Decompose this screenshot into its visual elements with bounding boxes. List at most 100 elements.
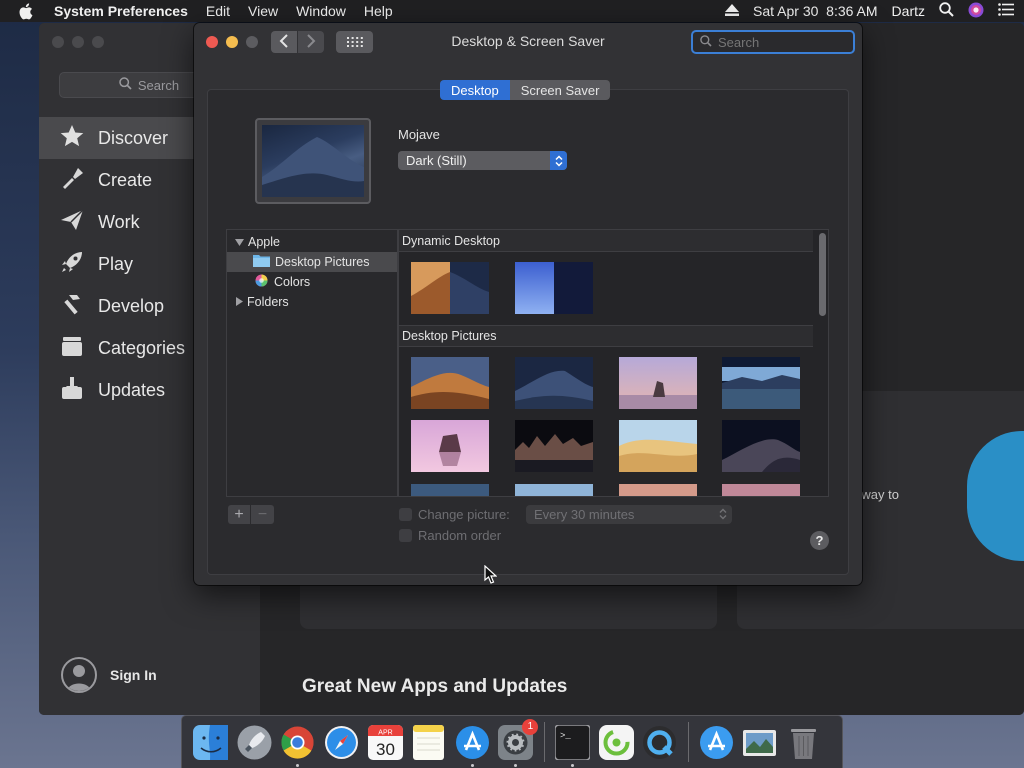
wallpaper-thumb[interactable]: [411, 262, 489, 314]
sidebar-item-label: Create: [98, 169, 153, 190]
checkbox-box[interactable]: [399, 508, 412, 521]
app-store-download-icon[interactable]: [698, 724, 735, 761]
close-button[interactable]: [52, 36, 64, 48]
wallpaper-gallery: Dynamic Desktop Desktop Pictures: [398, 229, 829, 497]
help-menu[interactable]: Help: [364, 3, 393, 19]
apple-menu-icon[interactable]: [18, 2, 38, 20]
search-input[interactable]: [718, 34, 838, 50]
quicktime-icon[interactable]: [641, 724, 678, 761]
chrome-icon[interactable]: [279, 724, 316, 767]
paper-plane-icon: [59, 207, 85, 238]
spotlight-search-icon[interactable]: [939, 2, 954, 20]
sidebar-item-label: Discover: [98, 127, 169, 148]
tab-desktop[interactable]: Desktop: [440, 80, 510, 100]
show-all-button[interactable]: [336, 31, 373, 53]
checkbox-label: Change picture:: [418, 507, 510, 522]
remove-folder-button[interactable]: −: [251, 505, 274, 524]
app-name-menu[interactable]: System Preferences: [54, 3, 188, 19]
wallpaper-thumb[interactable]: [515, 262, 593, 314]
wallpaper-thumb[interactable]: [411, 484, 489, 496]
sign-in-label: Sign In: [110, 667, 157, 683]
change-interval-dropdown[interactable]: Every 30 minutes: [526, 505, 732, 524]
source-group-apple[interactable]: Apple: [227, 232, 397, 252]
app-store-icon[interactable]: [454, 724, 491, 767]
system-preferences-icon[interactable]: 1: [497, 718, 539, 767]
sign-in-button[interactable]: Sign In: [61, 657, 157, 693]
tab-screen-saver[interactable]: Screen Saver: [509, 80, 611, 100]
finder-icon[interactable]: [192, 724, 229, 761]
zoom-button[interactable]: [92, 36, 104, 48]
chevron-right-icon: [306, 33, 316, 51]
checkbox-box[interactable]: [399, 529, 412, 542]
window-menu[interactable]: Window: [296, 3, 346, 19]
wallpaper-thumb[interactable]: [515, 357, 593, 409]
source-label: Apple: [248, 235, 280, 249]
wallpaper-thumb[interactable]: [722, 420, 800, 472]
search-icon: [700, 34, 712, 50]
terminal-icon[interactable]: >_: [554, 724, 591, 767]
menubar-clock[interactable]: Sat Apr 30 8:36 AM: [753, 3, 878, 19]
add-folder-button[interactable]: +: [228, 505, 251, 524]
eject-icon[interactable]: [725, 3, 740, 19]
random-order-checkbox[interactable]: Random order: [399, 528, 501, 543]
dock-separator: [687, 722, 689, 762]
brush-icon: [59, 165, 85, 196]
siri-icon[interactable]: [968, 2, 984, 21]
disclosure-triangle-down-icon[interactable]: [235, 235, 244, 249]
preferences-search-field[interactable]: [691, 30, 855, 54]
card-illustration: [967, 431, 1024, 561]
source-item-colors[interactable]: Colors: [227, 272, 397, 292]
wallpaper-thumb[interactable]: [722, 357, 800, 409]
wallpaper-source-list: Apple Desktop Pictures Colors Folders: [226, 229, 398, 497]
running-indicator: [296, 763, 300, 767]
wallpaper-thumb[interactable]: [619, 484, 697, 496]
notes-icon[interactable]: [410, 724, 447, 761]
color-wheel-icon: [255, 274, 268, 290]
close-button[interactable]: [206, 36, 218, 48]
dock: APR 30 1 >_: [181, 715, 843, 768]
sidebar-item-label: Updates: [98, 379, 166, 400]
folder-icon: [253, 254, 270, 270]
wallpaper-thumb[interactable]: [515, 420, 593, 472]
window-titlebar[interactable]: Desktop & Screen Saver: [194, 23, 862, 61]
edit-menu[interactable]: Edit: [206, 3, 230, 19]
wallpaper-thumb[interactable]: [619, 420, 697, 472]
sidebar-item-label: Develop: [98, 295, 165, 316]
source-list-buttons: + −: [228, 505, 274, 524]
forward-button[interactable]: [298, 31, 324, 53]
disclosure-triangle-right-icon[interactable]: [236, 295, 243, 309]
calendar-icon[interactable]: APR 30: [367, 724, 404, 761]
notification-center-icon[interactable]: [998, 3, 1014, 19]
notification-badge: 1: [522, 718, 539, 735]
source-label: Desktop Pictures: [275, 255, 370, 269]
wallpaper-thumb[interactable]: [411, 357, 489, 409]
wallpaper-thumb[interactable]: [515, 484, 593, 496]
help-button[interactable]: ?: [810, 531, 829, 550]
wallpaper-thumb[interactable]: [619, 357, 697, 409]
back-button[interactable]: [271, 31, 297, 53]
avatar: [61, 657, 97, 693]
wallpaper-thumb[interactable]: [722, 484, 800, 496]
gallery-scrollbar[interactable]: [819, 233, 826, 316]
safari-icon[interactable]: [323, 724, 360, 761]
wallpaper-thumb[interactable]: [411, 420, 489, 472]
speedtest-icon[interactable]: [598, 724, 635, 761]
source-item-desktop-pictures[interactable]: Desktop Pictures: [227, 252, 397, 272]
hammer-icon: [59, 291, 85, 322]
chevron-updown-icon: [550, 151, 567, 170]
sidebar-item-label: Categories: [98, 337, 186, 358]
calendar-day: 30: [376, 740, 395, 759]
launchpad-icon[interactable]: [236, 724, 273, 761]
menubar-user[interactable]: Dartz: [892, 3, 925, 19]
appearance-dropdown[interactable]: Dark (Still): [398, 151, 567, 170]
preview-icon[interactable]: [741, 724, 778, 761]
zoom-button[interactable]: [246, 36, 258, 48]
source-group-folders[interactable]: Folders: [227, 292, 397, 312]
minimize-button[interactable]: [72, 36, 84, 48]
change-picture-checkbox[interactable]: Change picture:: [399, 507, 510, 522]
minimize-button[interactable]: [226, 36, 238, 48]
view-menu[interactable]: View: [248, 3, 278, 19]
menu-bar: System Preferences Edit View Window Help…: [0, 0, 1024, 22]
trash-icon[interactable]: [785, 724, 822, 761]
section-title-great-new-apps: Great New Apps and Updates: [302, 676, 568, 697]
